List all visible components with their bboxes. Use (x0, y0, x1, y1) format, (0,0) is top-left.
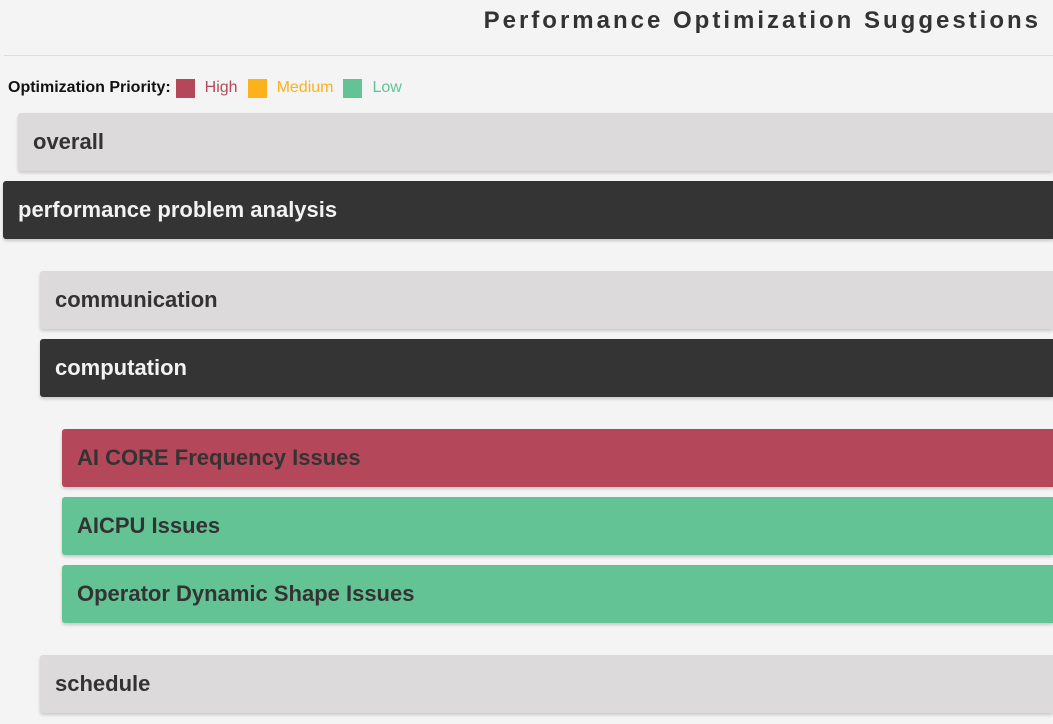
section-overall[interactable]: overall (18, 113, 1053, 171)
legend-label-medium: Medium (276, 79, 334, 96)
issue-operator-dynamic-shape[interactable]: Operator Dynamic Shape Issues (62, 565, 1053, 623)
medium-priority-swatch (247, 78, 267, 98)
subsection-schedule[interactable]: schedule (40, 655, 1053, 713)
section-performance-problem-analysis-label: performance problem analysis (18, 197, 338, 222)
subsection-communication-label: communication (55, 287, 218, 312)
legend-label-low: Low (372, 79, 402, 96)
title-divider (4, 55, 1053, 56)
subsection-schedule-label: schedule (55, 671, 151, 696)
issue-aicpu[interactable]: AICPU Issues (62, 497, 1053, 555)
subsection-computation-label: computation (55, 355, 187, 380)
high-priority-swatch (175, 78, 195, 98)
issue-ai-core-frequency[interactable]: AI CORE Frequency Issues (62, 429, 1053, 487)
subsection-computation[interactable]: computation (40, 339, 1053, 397)
issue-ai-core-frequency-label: AI CORE Frequency Issues (77, 445, 361, 470)
legend-title: Optimization Priority: (8, 79, 171, 96)
issue-aicpu-label: AICPU Issues (77, 513, 221, 538)
section-performance-problem-analysis[interactable]: performance problem analysis (3, 181, 1053, 239)
subsection-communication[interactable]: communication (40, 271, 1053, 329)
page-title: Performance Optimization Suggestions (483, 7, 1041, 34)
low-priority-swatch (343, 78, 363, 98)
legend-label-high: High (204, 79, 238, 96)
issue-operator-dynamic-shape-label: Operator Dynamic Shape Issues (77, 581, 415, 606)
section-overall-label: overall (33, 129, 104, 154)
priority-legend: Optimization Priority: High Medium Low (8, 78, 412, 98)
